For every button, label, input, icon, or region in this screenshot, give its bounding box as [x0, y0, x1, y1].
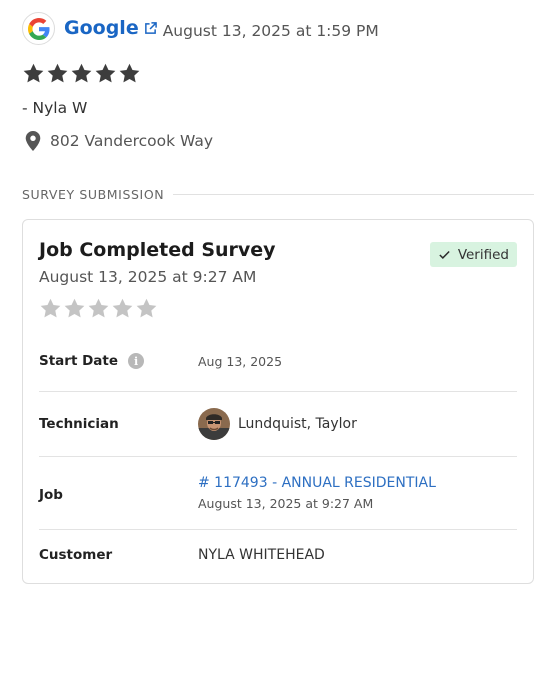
- source-label[interactable]: Google: [64, 17, 139, 39]
- row-start-date: Start Date i Aug 13, 2025: [39, 353, 517, 369]
- review-timestamp: August 13, 2025 at 1:59 PM: [162, 21, 379, 40]
- survey-card: Job Completed Survey August 13, 2025 at …: [22, 219, 534, 584]
- job-link[interactable]: # 117493 - ANNUAL RESIDENTIAL: [198, 475, 436, 491]
- technician-name[interactable]: Lundquist, Taylor: [238, 416, 357, 432]
- start-date-label: Start Date: [39, 353, 119, 369]
- info-icon[interactable]: i: [128, 353, 145, 369]
- star-icon: [71, 63, 92, 83]
- row-technician: Technician Lundquist, Taylor: [39, 408, 517, 440]
- survey-title: Job Completed Survey: [39, 239, 276, 261]
- survey-rating: [39, 297, 158, 320]
- section-divider: [173, 194, 534, 195]
- map-pin-icon: [25, 131, 41, 151]
- reviewer-name: - Nyla W: [22, 99, 88, 117]
- start-date-value: Aug 13, 2025: [198, 353, 283, 369]
- star-icon: [23, 63, 44, 83]
- star-icon: [119, 63, 140, 83]
- row-divider: [39, 529, 517, 530]
- verified-badge: Verified: [429, 242, 517, 267]
- external-link-icon[interactable]: [144, 18, 157, 40]
- job-date: August 13, 2025 at 9:27 AM: [198, 496, 374, 511]
- customer-name: NYLA WHITEHEAD: [198, 547, 325, 563]
- row-customer: Customer NYLA WHITEHEAD: [39, 547, 517, 563]
- job-label: Job: [39, 487, 63, 503]
- star-icon: [64, 298, 85, 318]
- technician-label: Technician: [39, 416, 119, 432]
- review-location: 802 Vandercook Way: [24, 131, 213, 151]
- google-g-icon: [22, 12, 55, 45]
- job-info: # 117493 - ANNUAL RESIDENTIAL August 13,…: [198, 475, 436, 511]
- star-icon: [40, 298, 61, 318]
- survey-date: August 13, 2025 at 9:27 AM: [39, 268, 257, 286]
- row-job: Job # 117493 - ANNUAL RESIDENTIAL August…: [39, 475, 517, 511]
- star-icon: [88, 298, 109, 318]
- star-icon: [136, 298, 157, 318]
- review-header: Google August 13, 2025 at 1:59 PM: [22, 12, 379, 45]
- avatar: [198, 408, 230, 440]
- location-text: 802 Vandercook Way: [50, 132, 214, 150]
- review-rating: [22, 62, 141, 85]
- check-icon: [439, 251, 450, 259]
- row-divider: [39, 456, 517, 457]
- verified-label: Verified: [457, 246, 509, 263]
- section-label: SURVEY SUBMISSION: [22, 187, 165, 202]
- row-divider: [39, 391, 517, 392]
- star-icon: [47, 63, 68, 83]
- star-icon: [95, 63, 116, 83]
- source-link[interactable]: Google: [64, 17, 157, 40]
- customer-label: Customer: [39, 547, 113, 563]
- technician-info: Lundquist, Taylor: [198, 408, 357, 440]
- star-icon: [112, 298, 133, 318]
